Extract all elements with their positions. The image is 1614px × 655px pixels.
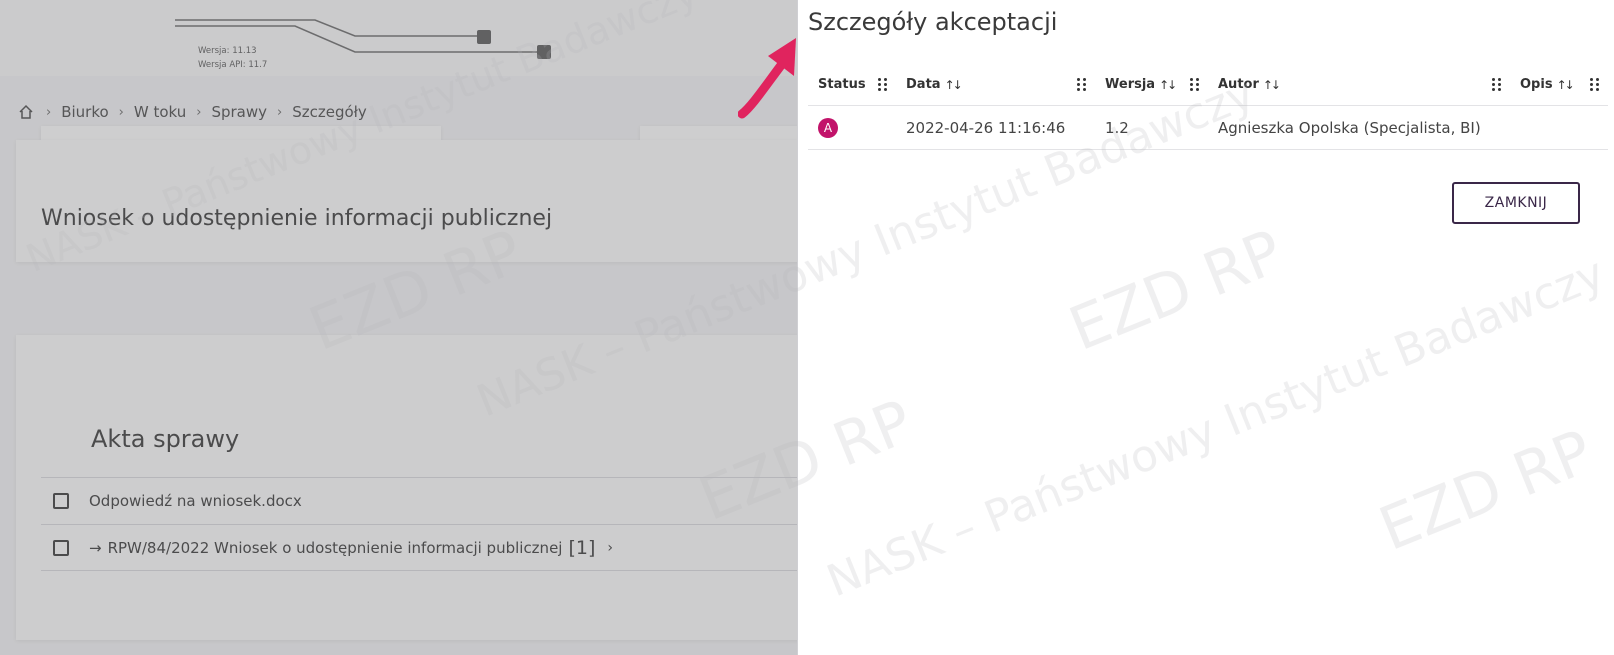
table-header: Status Data ↑↓ Wersja ↑↓ Autor ↑↓ Opis ↑… (808, 64, 1608, 106)
column-label: Status (818, 77, 866, 92)
cell-status: A (808, 106, 896, 149)
acceptance-details-panel: Szczegóły akceptacji Status Data ↑↓ Wers… (797, 0, 1614, 655)
column-label: Wersja (1105, 77, 1156, 92)
acceptance-table: Status Data ↑↓ Wersja ↑↓ Autor ↑↓ Opis ↑… (808, 64, 1608, 150)
cell-opis (1510, 106, 1608, 149)
column-header-status[interactable]: Status (808, 64, 896, 105)
table-row[interactable]: A 2022-04-26 11:16:46 1.2 Agnieszka Opol… (808, 106, 1608, 150)
column-header-wersja[interactable]: Wersja ↑↓ (1095, 64, 1208, 105)
status-badge: A (818, 117, 838, 138)
column-label: Autor (1218, 77, 1259, 92)
sort-icon[interactable]: ↑↓ (1557, 78, 1575, 92)
drag-handle-icon[interactable] (878, 78, 888, 92)
panel-title: Szczegóły akceptacji (808, 8, 1058, 36)
column-label: Opis (1520, 77, 1553, 92)
sort-icon[interactable]: ↑↓ (1159, 78, 1177, 92)
drag-handle-icon[interactable] (1492, 78, 1502, 92)
drag-handle-icon[interactable] (1077, 78, 1087, 92)
cell-wersja: 1.2 (1105, 118, 1129, 137)
sort-icon[interactable]: ↑↓ (945, 78, 963, 92)
drag-handle-icon[interactable] (1190, 78, 1200, 92)
column-header-autor[interactable]: Autor ↑↓ (1208, 64, 1510, 105)
cell-data: 2022-04-26 11:16:46 (906, 118, 1066, 137)
drag-handle-icon[interactable] (1590, 78, 1600, 92)
column-label: Data (906, 77, 941, 92)
close-button[interactable]: ZAMKNIJ (1452, 182, 1580, 224)
sort-icon[interactable]: ↑↓ (1263, 78, 1281, 92)
cell-autor: Agnieszka Opolska (Specjalista, BI) (1218, 118, 1481, 137)
annotation-arrow-icon (738, 38, 796, 119)
column-header-opis[interactable]: Opis ↑↓ (1510, 64, 1608, 105)
modal-backdrop[interactable] (0, 0, 800, 655)
column-header-data[interactable]: Data ↑↓ (896, 64, 1095, 105)
